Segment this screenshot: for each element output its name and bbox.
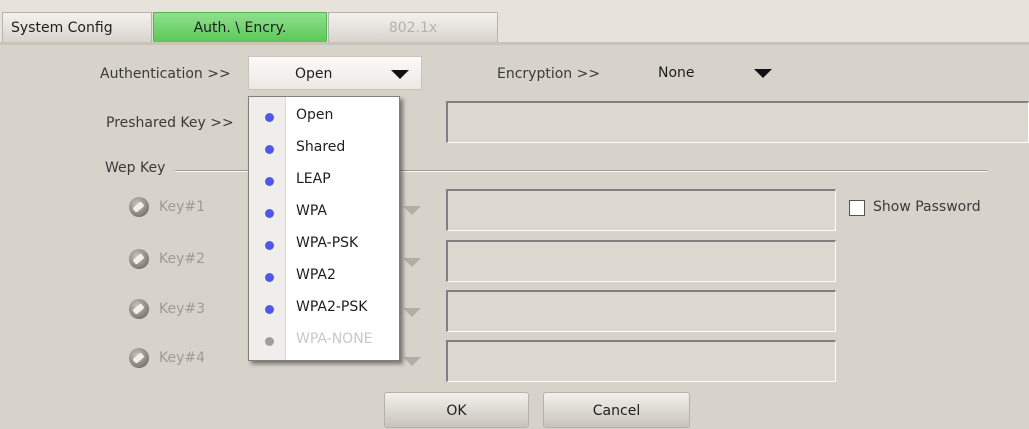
dropdown-item-wpa-none: WPA-NONE [249,323,399,355]
dropdown-item-label: LEAP [296,171,331,187]
key2-radio[interactable] [129,249,149,269]
preshared-key-input[interactable] [446,101,1029,143]
dropdown-item-label: WPA [296,203,327,219]
key1-radio[interactable] [129,197,149,217]
dropdown-item-open[interactable]: Open [249,99,399,131]
key1-type-chevron-down-icon[interactable] [403,206,421,215]
chevron-down-icon[interactable] [391,70,409,79]
preshared-key-label: Preshared Key >> [106,115,234,131]
authentication-dropdown-list: Open Shared LEAP WPA WPA-PSK WPA2 WPA2-P… [248,96,400,361]
dropdown-item-label: WPA-PSK [296,235,359,251]
dropdown-item-label: Open [296,107,334,123]
authentication-combo[interactable]: Open [248,56,422,90]
authentication-label: Authentication >> [100,66,231,82]
key1-label: Key#1 [159,199,206,215]
dropdown-item-label: WPA2-PSK [296,299,368,315]
key4-input[interactable] [446,340,836,382]
dropdown-item-label: Shared [296,139,346,155]
bullet-icon [265,145,274,154]
ok-button[interactable]: OK [384,392,529,428]
encryption-label: Encryption >> [497,66,601,82]
wep-key-group-label: Wep Key [105,160,166,176]
bullet-icon [265,337,274,346]
authentication-value: Open [295,66,333,82]
bullet-icon [265,273,274,282]
encryption-value: None [658,65,695,81]
dropdown-item-wpa2[interactable]: WPA2 [249,259,399,291]
bullet-icon [265,305,274,314]
key2-input[interactable] [446,240,836,282]
dropdown-item-wpa-psk[interactable]: WPA-PSK [249,227,399,259]
key2-label: Key#2 [159,251,206,267]
key4-radio[interactable] [129,348,149,368]
dropdown-item-label: WPA-NONE [296,331,373,347]
key1-input[interactable] [446,189,836,231]
encryption-combo[interactable]: None [620,56,780,90]
dropdown-item-wpa2-psk[interactable]: WPA2-PSK [249,291,399,323]
key4-label: Key#4 [159,350,206,366]
key2-type-chevron-down-icon[interactable] [403,258,421,267]
bullet-icon [265,177,274,186]
dropdown-item-leap[interactable]: LEAP [249,163,399,195]
show-password-label: Show Password [873,199,981,215]
key3-label: Key#3 [159,301,206,317]
tab-auth-encry[interactable]: Auth. \ Encry. [153,12,327,42]
dropdown-item-wpa[interactable]: WPA [249,195,399,227]
chevron-down-icon[interactable] [754,69,772,78]
show-password-checkbox[interactable] [849,200,865,216]
bullet-icon [265,113,274,122]
cancel-button[interactable]: Cancel [543,392,690,428]
tab-system-config[interactable]: System Config [2,12,152,42]
tab-802-1x[interactable]: 802.1x [328,12,498,42]
key4-type-chevron-down-icon[interactable] [403,357,421,366]
tab-underline [0,42,1029,45]
dropdown-item-label: WPA2 [296,267,336,283]
key3-input[interactable] [446,290,836,332]
bullet-icon [265,209,274,218]
bullet-icon [265,241,274,250]
dropdown-item-shared[interactable]: Shared [249,131,399,163]
key3-type-chevron-down-icon[interactable] [403,308,421,317]
key3-radio[interactable] [129,299,149,319]
